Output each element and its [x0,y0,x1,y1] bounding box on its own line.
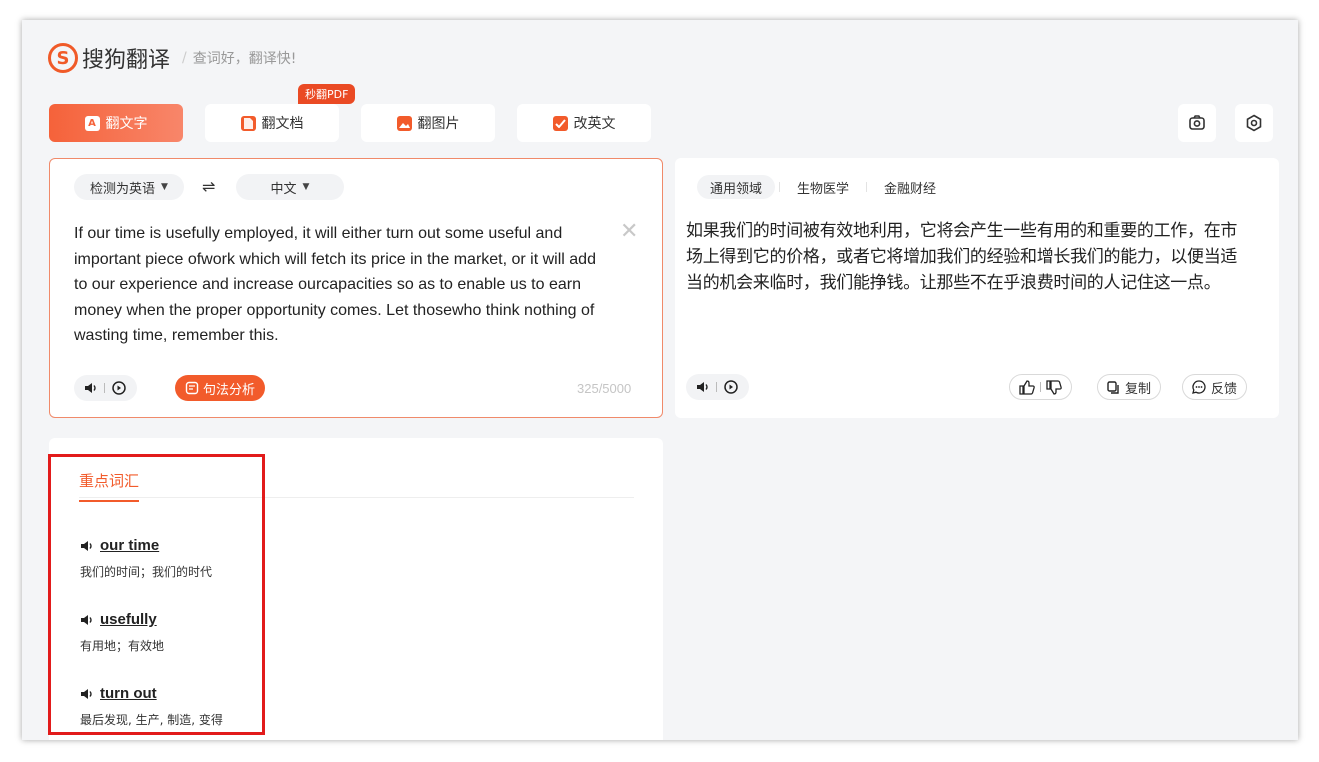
tab-translate-document[interactable]: 翻文档 [205,104,339,142]
vocab-definition: 有用地；有效地 [80,639,165,653]
tab-translate-text[interactable]: A 翻文字 [49,104,183,142]
vocab-definition: 最后发现, 生产, 制造, 变得 [80,713,223,727]
domain-biomedical[interactable]: 生物医学 [784,175,862,199]
tab-label: 翻文档 [261,116,304,132]
logo-text: 搜狗翻译 [82,48,171,73]
clear-icon[interactable]: ✕ [620,219,638,244]
slogan: 查词好，翻译快! [192,51,297,67]
tab-edit-english[interactable]: 改英文 [517,104,651,142]
speaker-icon[interactable] [80,614,94,626]
swap-languages-icon[interactable]: ⇌ [202,177,215,196]
thumbs-up-icon[interactable] [1019,379,1035,395]
replay-speed-icon[interactable] [723,379,739,395]
settings-icon [1246,114,1262,132]
translation-output: 如果我们的时间被有效地利用，它将会产生一些有用的和重要的工作，在市场上得到它的价… [686,221,1238,293]
source-panel: 检测为英语 ▼ ⇌ 中文 ▼ If our time is usefully e… [49,158,663,418]
copy-button[interactable]: 复制 [1097,374,1162,400]
vocab-definition: 我们的时间；我们的时代 [80,565,213,579]
camera-button[interactable] [1178,104,1216,142]
vocab-item: turn out 最后发现, 生产, 制造, 变得 [80,685,223,728]
source-language-select[interactable]: 检测为英语 ▼ [74,174,184,200]
copy-icon [1107,380,1119,394]
copy-label: 复制 [1125,381,1152,397]
vocab-word[interactable]: our time [100,537,159,554]
rating-controls [1009,374,1072,400]
settings-button[interactable] [1235,104,1273,142]
divider [866,182,868,192]
vocabulary-panel: 重点词汇 our time 我们的时间；我们的时代 usefully 有用地；有… [49,438,663,740]
mode-tabs: A 翻文字 翻文档 翻图片 改英文 秒翻PDF [49,84,651,142]
source-language-label: 检测为英语 [90,181,156,197]
tab-underline-divider [79,497,634,498]
feedback-button[interactable]: 反馈 [1182,374,1248,400]
camera-icon [1189,115,1205,130]
pdf-badge[interactable]: 秒翻PDF [298,84,356,104]
text-translate-icon: A [84,115,100,131]
logo-separator: / [182,50,187,66]
feedback-label: 反馈 [1211,381,1238,397]
domain-general[interactable]: 通用领域 [697,175,776,199]
target-language-label: 中文 [270,181,297,197]
logo[interactable]: S 搜狗翻译 / 查词好，翻译快! [48,42,296,74]
caret-down-icon: ▼ [302,182,310,192]
replay-speed-icon[interactable] [111,380,127,396]
sogou-logo-icon: S [48,43,78,73]
feedback-icon [1192,380,1206,394]
domain-finance[interactable]: 金融财经 [871,175,949,199]
divider [104,383,105,393]
tab-label: 改英文 [573,116,616,132]
speaker-icon[interactable] [80,540,94,552]
tab-translate-image[interactable]: 翻图片 [361,104,495,142]
divider [1040,382,1041,392]
tab-label: 翻图片 [417,116,460,132]
source-audio-controls [74,375,137,401]
syntax-analysis-label: 句法分析 [203,382,256,398]
vocab-item: our time 我们的时间；我们的时代 [80,537,212,580]
target-audio-controls [686,374,749,400]
thumbs-down-icon[interactable] [1046,379,1062,395]
vocab-word[interactable]: usefully [100,611,157,628]
image-icon [396,115,412,131]
vocab-word[interactable]: turn out [100,685,157,702]
syntax-analysis-button[interactable]: 句法分析 [175,375,266,401]
speaker-icon[interactable] [84,382,98,394]
speaker-icon[interactable] [80,688,94,700]
target-panel: 通用领域 生物医学 金融财经 如果我们的时间被有效地利用，它将会产生一些有用的和… [675,158,1279,418]
document-icon [240,115,256,131]
edit-english-icon [552,115,568,131]
domain-tabs: 通用领域 生物医学 金融财经 [697,175,949,199]
tab-label: 翻文字 [105,116,148,132]
source-text-input[interactable]: If our time is usefully employed, it wil… [74,221,604,349]
caret-down-icon: ▼ [161,182,168,192]
divider [716,382,717,392]
character-count: 325/5000 [577,381,632,396]
target-language-select[interactable]: 中文 ▼ [236,174,344,200]
speaker-icon[interactable] [696,381,710,393]
divider [779,182,781,192]
translator-window: S 搜狗翻译 / 查词好，翻译快! A 翻文字 翻文档 翻图片 改英文 秒翻PD… [22,20,1298,740]
syntax-icon [185,381,199,395]
vocab-item: usefully 有用地；有效地 [80,611,164,654]
